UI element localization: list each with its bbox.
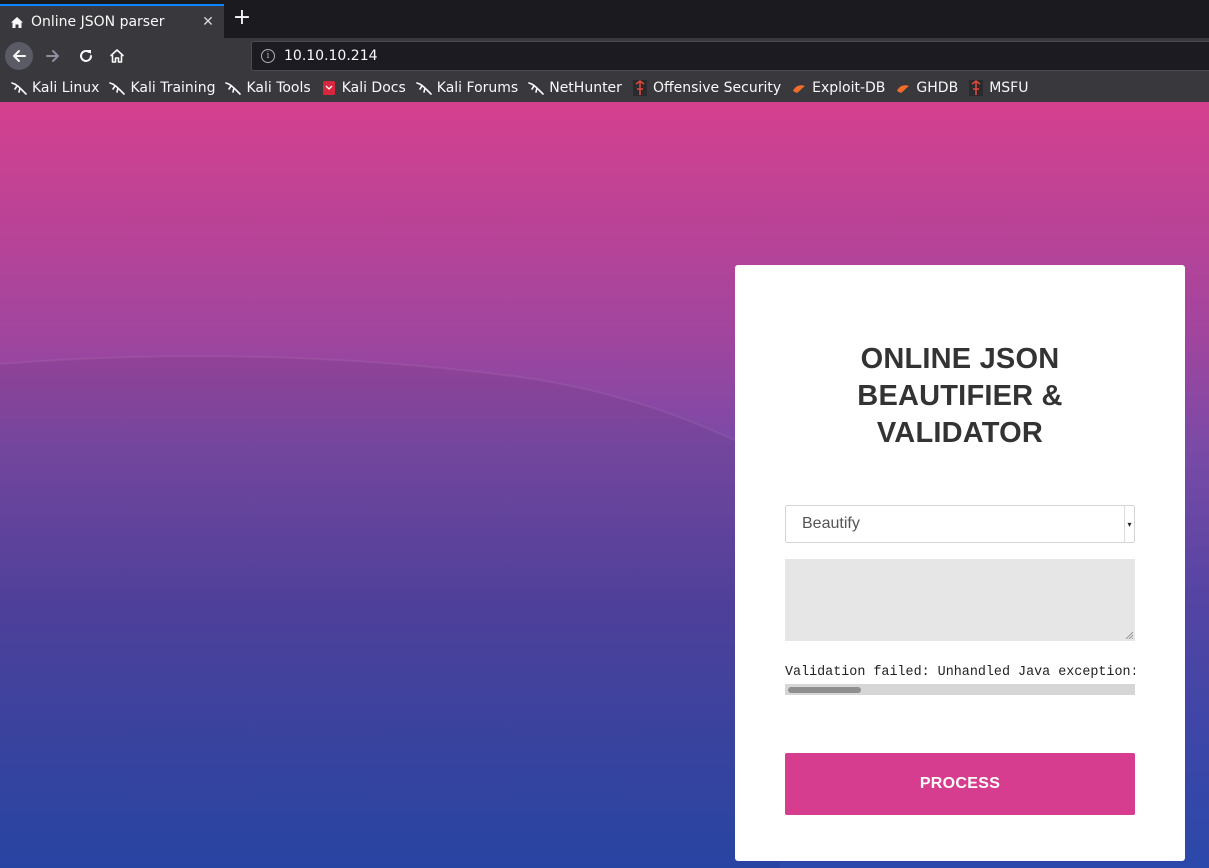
tab-strip: Online JSON parser ✕ + bbox=[0, 0, 1209, 38]
mode-select[interactable]: Beautify ▾ bbox=[785, 505, 1135, 543]
navigation-bar: i 10.10.10.214 bbox=[0, 38, 1209, 74]
bookmark-label: NetHunter bbox=[549, 80, 622, 96]
bookmark-label: Kali Training bbox=[130, 80, 216, 96]
bookmark-label: MSFU bbox=[989, 80, 1029, 96]
new-tab-button[interactable]: + bbox=[230, 6, 254, 32]
forward-button[interactable] bbox=[39, 42, 67, 70]
resize-grip-icon[interactable] bbox=[1125, 631, 1133, 639]
bookmark-label: GHDB bbox=[916, 80, 959, 96]
bookmark-label: Kali Forums bbox=[436, 80, 519, 96]
bookmark-kali-linux[interactable]: Kali Linux bbox=[11, 80, 99, 96]
reload-button[interactable] bbox=[72, 42, 100, 70]
home-icon bbox=[110, 49, 124, 63]
page-viewport: ONLINE JSON BEAUTIFIER & VALIDATOR Beaut… bbox=[0, 102, 1209, 868]
bookmark-msfu[interactable]: MSFU bbox=[968, 80, 1028, 96]
bookmark-label: Offensive Security bbox=[652, 80, 782, 96]
tab-title: Online JSON parser bbox=[31, 14, 165, 30]
bookmark-label: Kali Docs bbox=[341, 80, 406, 96]
page-title: ONLINE JSON BEAUTIFIER & VALIDATOR bbox=[735, 341, 1185, 452]
home-icon bbox=[9, 14, 25, 30]
json-input[interactable] bbox=[785, 559, 1135, 641]
title-line-3: VALIDATOR bbox=[876, 417, 1044, 449]
bookmark-label: Kali Linux bbox=[32, 80, 100, 96]
arrow-left-icon bbox=[13, 50, 26, 62]
offsec-icon bbox=[632, 80, 648, 96]
arrow-right-icon bbox=[46, 50, 59, 62]
mode-select-value: Beautify bbox=[802, 515, 860, 532]
kali-dragon-icon bbox=[415, 80, 432, 96]
kali-docs-icon bbox=[321, 80, 337, 96]
exploit-db-icon bbox=[791, 80, 807, 96]
url-text[interactable]: 10.10.10.214 bbox=[284, 48, 378, 64]
bookmark-kali-docs[interactable]: Kali Docs bbox=[321, 80, 406, 96]
home-button[interactable] bbox=[103, 42, 131, 70]
scrollbar-thumb[interactable] bbox=[788, 687, 861, 693]
exploit-db-icon bbox=[895, 80, 911, 96]
process-button[interactable]: PROCESS bbox=[785, 753, 1135, 815]
title-line-2: BEAUTIFIER & bbox=[857, 380, 1063, 412]
bookmark-kali-forums[interactable]: Kali Forums bbox=[415, 80, 519, 96]
bookmarks-bar: Kali Linux Kali Training Kali Tools Kali Do… bbox=[0, 74, 1209, 102]
bookmark-label: Kali Tools bbox=[246, 80, 311, 96]
bookmark-kali-tools[interactable]: Kali Tools bbox=[225, 80, 311, 96]
bookmark-offensive-security[interactable]: Offensive Security bbox=[632, 80, 781, 96]
offsec-icon bbox=[968, 80, 984, 96]
reload-icon bbox=[80, 50, 92, 62]
output-horizontal-scrollbar[interactable] bbox=[785, 684, 1135, 695]
kali-dragon-icon bbox=[109, 80, 126, 96]
bookmark-nethunter[interactable]: NetHunter bbox=[528, 80, 622, 96]
bookmark-ghdb[interactable]: GHDB bbox=[895, 80, 958, 96]
back-button[interactable] bbox=[5, 42, 33, 70]
title-line-1: ONLINE JSON bbox=[860, 343, 1060, 375]
bookmark-kali-training[interactable]: Kali Training bbox=[109, 80, 215, 96]
kali-dragon-icon bbox=[528, 80, 545, 96]
bookmark-exploit-db[interactable]: Exploit-DB bbox=[791, 80, 885, 96]
close-tab-icon[interactable]: ✕ bbox=[196, 14, 220, 30]
validation-output: Validation failed: Unhandled Java except… bbox=[785, 665, 1135, 680]
chevron-down-icon[interactable]: ▾ bbox=[1124, 506, 1134, 542]
json-tool-card: ONLINE JSON BEAUTIFIER & VALIDATOR Beaut… bbox=[735, 265, 1185, 861]
site-info-icon[interactable]: i bbox=[261, 49, 275, 63]
kali-dragon-icon bbox=[11, 80, 27, 96]
bookmark-label: Exploit-DB bbox=[812, 80, 886, 96]
kali-dragon-icon bbox=[225, 80, 242, 96]
address-bar[interactable]: i 10.10.10.214 bbox=[251, 41, 1209, 71]
tab-online-json-parser[interactable]: Online JSON parser ✕ bbox=[0, 4, 224, 38]
